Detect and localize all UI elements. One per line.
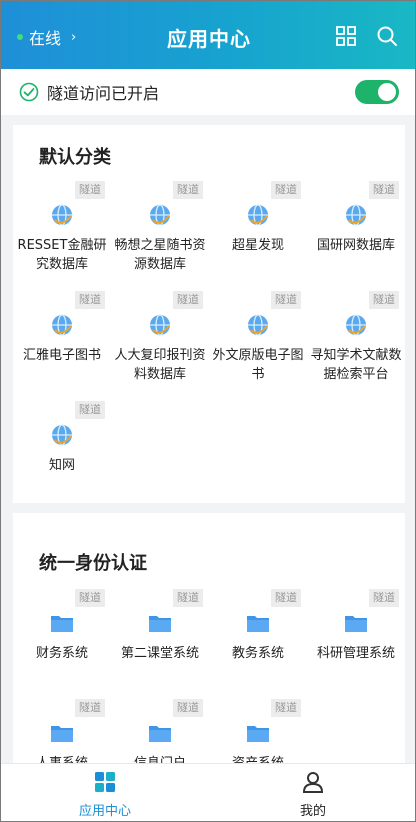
app-name: 超星发现 [231,238,284,253]
app-tile[interactable]: 隧道 财务系统 [13,589,111,689]
tunnel-badge: 隧道 [271,181,301,199]
section-title: 默认分类 [39,147,111,168]
section-title: 统一身份认证 [39,553,147,574]
app-frame: 在线 › 应用中心 隧道访问已开启 默认分类 隧道 RESSET金融研究数据库 … [0,0,416,822]
tunnel-badge: 隧道 [173,181,203,199]
folder-icon [247,616,269,632]
tunnel-label: 隧道访问已开启 [47,84,160,103]
user-icon [302,772,324,793]
app-tile[interactable]: 隧道 畅想之星随书资源数据库 [111,181,209,281]
tunnel-badge: 隧道 [271,589,301,607]
folder-icon [247,726,269,742]
app-tile[interactable]: 隧道 教务系统 [209,589,307,689]
globe-icon [248,204,268,226]
app-name: 人大复印报刊资料数据库 [114,348,206,382]
app-tile[interactable]: 隧道 人大复印报刊资料数据库 [111,291,209,391]
app-tile[interactable]: 隧道 第二课堂系统 [111,589,209,689]
globe-icon [248,314,268,336]
tunnel-badge: 隧道 [75,699,105,717]
globe-icon [150,314,170,336]
tab-label: 我的 [299,804,326,819]
app-name: 汇雅电子图书 [22,348,101,363]
section-default-category: 默认分类 隧道 RESSET金融研究数据库 隧道 畅想之星随书资源数据库 隧道 … [13,125,405,503]
check-circle-icon [19,82,39,102]
app-name: 知网 [48,458,75,473]
app-tile[interactable]: 隧道 外文原版电子图书 [209,291,307,391]
tunnel-status-bar: 隧道访问已开启 [1,69,415,115]
tunnel-badge: 隧道 [75,589,105,607]
globe-icon [346,204,366,226]
folder-icon [51,726,73,742]
folder-icon [149,726,171,742]
tunnel-badge: 隧道 [271,699,301,717]
app-center-icon [95,772,115,792]
app-name: 科研管理系统 [316,646,395,661]
bottom-tab-bar: 应用中心 我的 [1,763,415,821]
tunnel-badge: 隧道 [173,699,203,717]
tunnel-badge: 隧道 [369,181,399,199]
top-header: 在线 › 应用中心 [1,1,415,69]
globe-icon [52,204,72,226]
folder-icon [149,616,171,632]
app-name: 寻知学术文献数据检索平台 [310,348,402,382]
app-tile[interactable]: 隧道 寻知学术文献数据检索平台 [307,291,405,391]
app-tile[interactable]: 隧道 汇雅电子图书 [13,291,111,391]
app-name: RESSET金融研究数据库 [17,238,107,272]
tunnel-badge: 隧道 [75,181,105,199]
globe-icon [346,314,366,336]
tunnel-badge: 隧道 [173,291,203,309]
app-name: 第二课堂系统 [120,646,199,661]
app-tile[interactable]: 隧道 科研管理系统 [307,589,405,689]
grid-icon[interactable] [335,25,357,47]
app-name: 国研网数据库 [316,238,395,253]
app-tile[interactable]: 隧道 国研网数据库 [307,181,405,281]
folder-icon [345,616,367,632]
app-tile[interactable]: 隧道 知网 [13,401,111,501]
tunnel-badge: 隧道 [271,291,301,309]
tunnel-badge: 隧道 [369,291,399,309]
tab-app-center[interactable]: 应用中心 [1,764,209,821]
app-tile[interactable]: 隧道 RESSET金融研究数据库 [13,181,111,281]
section-unified-auth: 统一身份认证 隧道 财务系统 隧道 第二课堂系统 隧道 教务系统 隧道 科研管理… [13,513,405,771]
app-name: 财务系统 [35,646,88,661]
tab-mine[interactable]: 我的 [209,764,415,821]
tunnel-toggle[interactable] [355,80,399,104]
toggle-knob [378,83,396,101]
app-name: 外文原版电子图书 [212,348,304,382]
globe-icon [52,424,72,446]
folder-icon [51,616,73,632]
app-tile[interactable]: 隧道 超星发现 [209,181,307,281]
app-name: 畅想之星随书资源数据库 [114,238,206,272]
tab-label: 应用中心 [78,804,131,819]
globe-icon [150,204,170,226]
tunnel-badge: 隧道 [369,589,399,607]
globe-icon [52,314,72,336]
tunnel-badge: 隧道 [173,589,203,607]
search-icon[interactable] [376,25,398,47]
tunnel-badge: 隧道 [75,401,105,419]
tunnel-badge: 隧道 [75,291,105,309]
app-name: 教务系统 [231,646,284,661]
